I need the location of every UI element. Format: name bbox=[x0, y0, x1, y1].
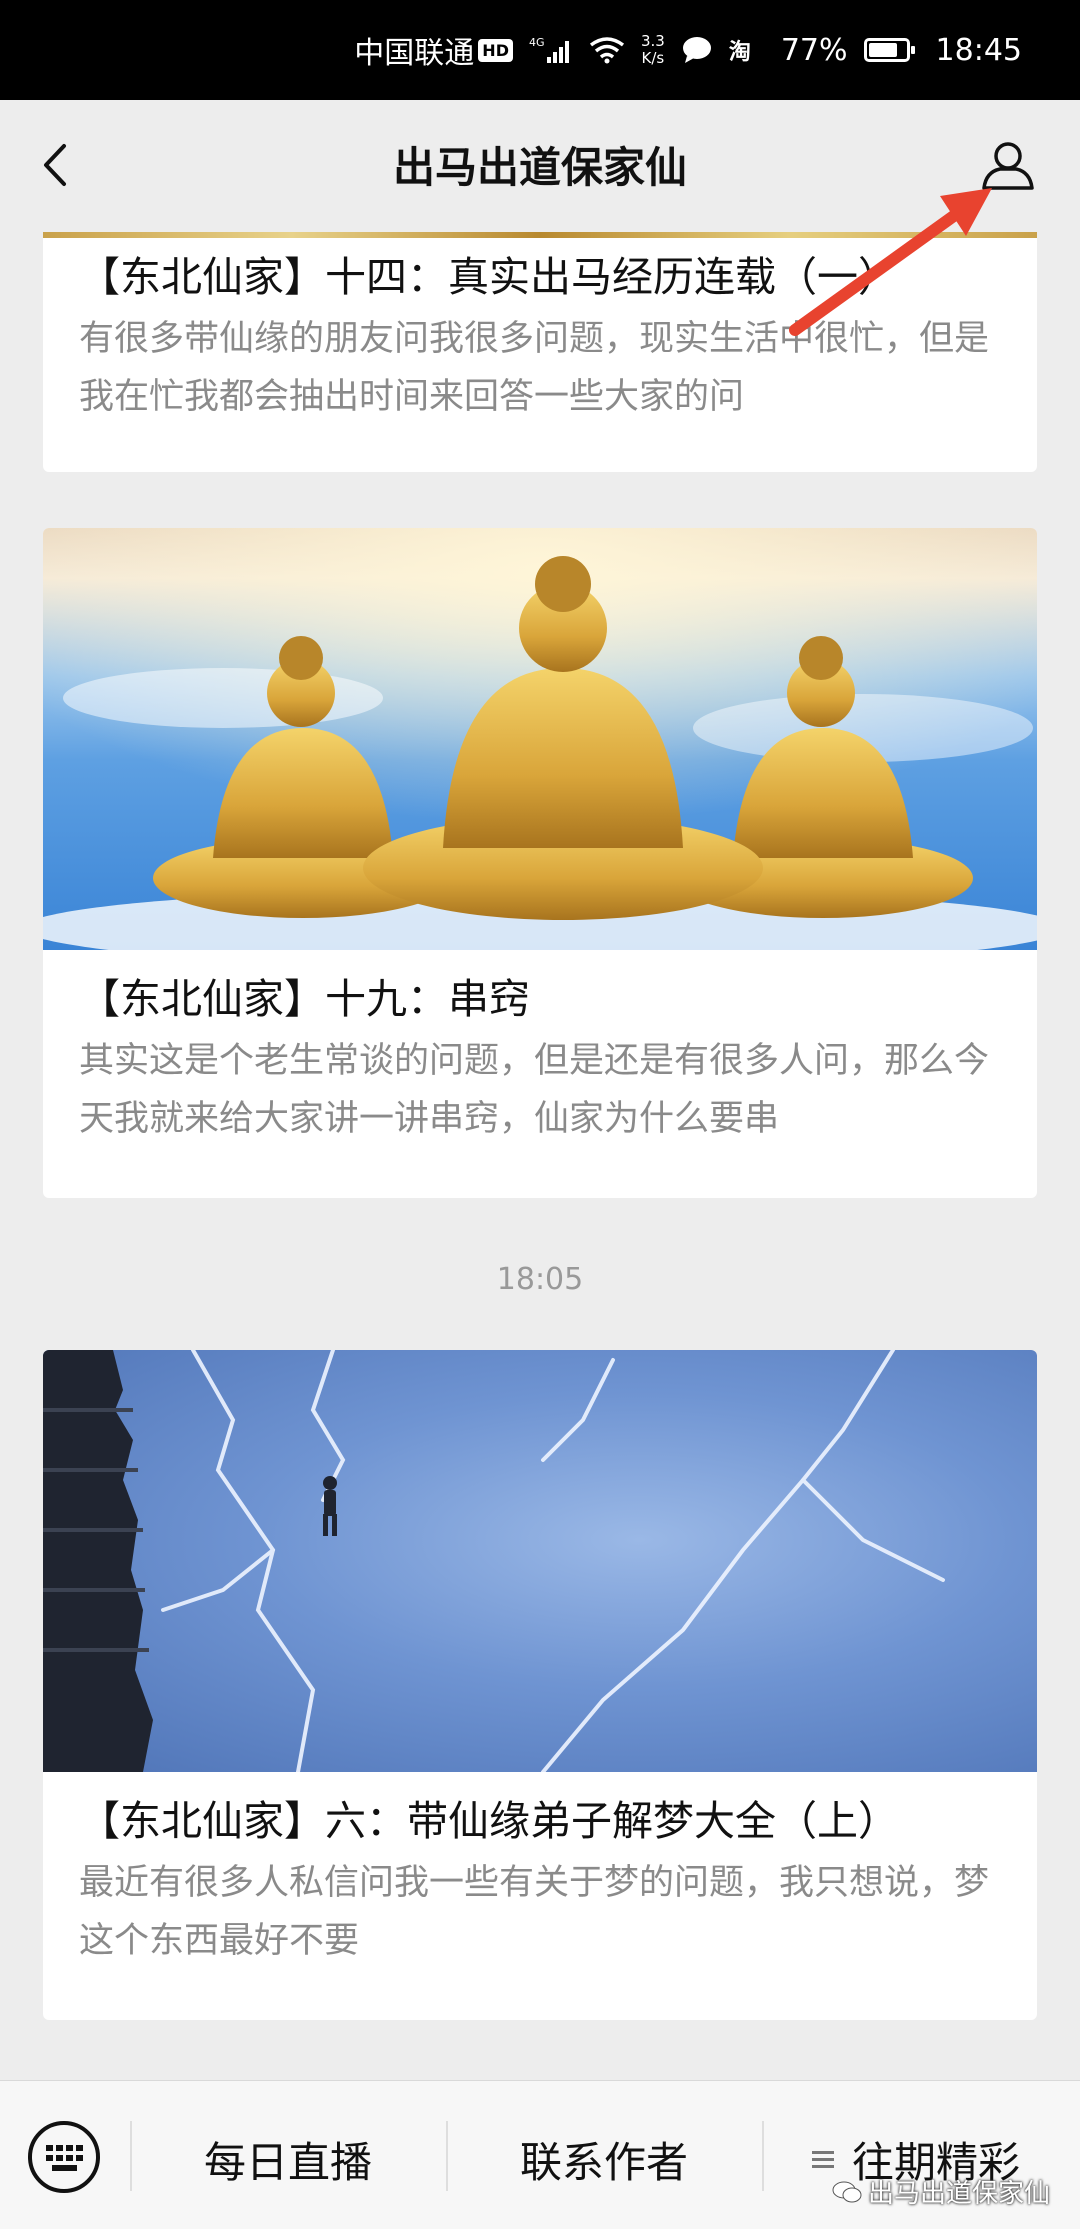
article-title: 【东北仙家】六：带仙缘弟子解梦大全（上） bbox=[79, 1797, 899, 1845]
bottom-menu-bar: 每日直播 联系作者 往期精彩 出马出道保家仙 bbox=[0, 2080, 1080, 2229]
taobao-label: 淘 bbox=[728, 40, 751, 65]
clock: 18:45 bbox=[935, 32, 1022, 68]
wechat-icon bbox=[832, 2181, 862, 2202]
hd-badge: HD bbox=[478, 38, 513, 62]
article-title: 【东北仙家】十九：串窍 bbox=[79, 975, 530, 1023]
article-desc: 最近有很多人私信问我一些有关于梦的问题，我只想说，梦这个东西最好不要 bbox=[79, 1863, 990, 1961]
battery-percent: 77% bbox=[780, 32, 848, 68]
watermark: 出马出道保家仙 bbox=[832, 2173, 1050, 2210]
keyboard-icon[interactable] bbox=[26, 2119, 102, 2195]
message-app-icon bbox=[681, 36, 713, 64]
net-speed-value: 3.3 bbox=[640, 32, 665, 50]
carrier-text: 中国联通 bbox=[354, 36, 475, 71]
watermark-text: 出马出道保家仙 bbox=[867, 2179, 1050, 2209]
list-icon bbox=[812, 2150, 834, 2168]
article-desc: 有很多带仙缘的朋友问我很多问题，现实生活中很忙，但是我在忙我都会抽出时间来回答一… bbox=[79, 319, 990, 417]
battery-icon bbox=[863, 38, 915, 62]
message-timestamp: 18:05 bbox=[496, 1262, 584, 1297]
menu-divider bbox=[762, 2121, 764, 2191]
carrier-label: 中国联通 HD bbox=[354, 28, 513, 72]
status-bar: 中国联通 HD 4G 3.3 K/s 淘 77% 18:45 bbox=[0, 0, 1080, 100]
signal-icon: 4G bbox=[529, 35, 573, 65]
article-image bbox=[43, 528, 1037, 950]
article-title: 【东北仙家】十四：真实出马经历连载（一） bbox=[79, 253, 899, 301]
menu-divider bbox=[446, 2121, 448, 2191]
article-card[interactable]: 【东北仙家】十九：串窍 其实这是个老生常谈的问题，但是还是有很多人问，那么今天我… bbox=[43, 528, 1037, 1198]
menu-item-daily-live[interactable]: 每日直播 bbox=[138, 2129, 438, 2190]
menu-divider bbox=[130, 2121, 132, 2191]
person-icon[interactable] bbox=[978, 136, 1038, 196]
battery-fill bbox=[868, 43, 897, 57]
article-desc: 其实这是个老生常谈的问题，但是还是有很多人问，那么今天我就来给大家讲一讲串窍，仙… bbox=[79, 1041, 990, 1139]
article-card[interactable]: 【东北仙家】六：带仙缘弟子解梦大全（上） 最近有很多人私信问我一些有关于梦的问题… bbox=[43, 1350, 1037, 2020]
article-card[interactable]: 【东北仙家】十四：真实出马经历连载（一） 有很多带仙缘的朋友问我很多问题，现实生… bbox=[43, 232, 1037, 472]
buddha-image bbox=[43, 528, 1037, 950]
wifi-icon bbox=[589, 36, 625, 64]
signal-type-label: 4G bbox=[529, 36, 545, 49]
menu-item-contact-author[interactable]: 联系作者 bbox=[454, 2129, 754, 2190]
network-speed: 3.3 K/s bbox=[641, 33, 665, 67]
article-feed: 【东北仙家】十四：真实出马经历连载（一） 有很多带仙缘的朋友问我很多问题，现实生… bbox=[0, 232, 1080, 2080]
taobao-app-icon: 淘 bbox=[729, 34, 751, 66]
nav-bar: 出马出道保家仙 bbox=[0, 100, 1080, 232]
page-title: 出马出道保家仙 bbox=[392, 143, 687, 192]
net-speed-unit: K/s bbox=[641, 49, 665, 67]
article-image bbox=[43, 1350, 1037, 1772]
lightning-image bbox=[43, 1350, 945, 1772]
